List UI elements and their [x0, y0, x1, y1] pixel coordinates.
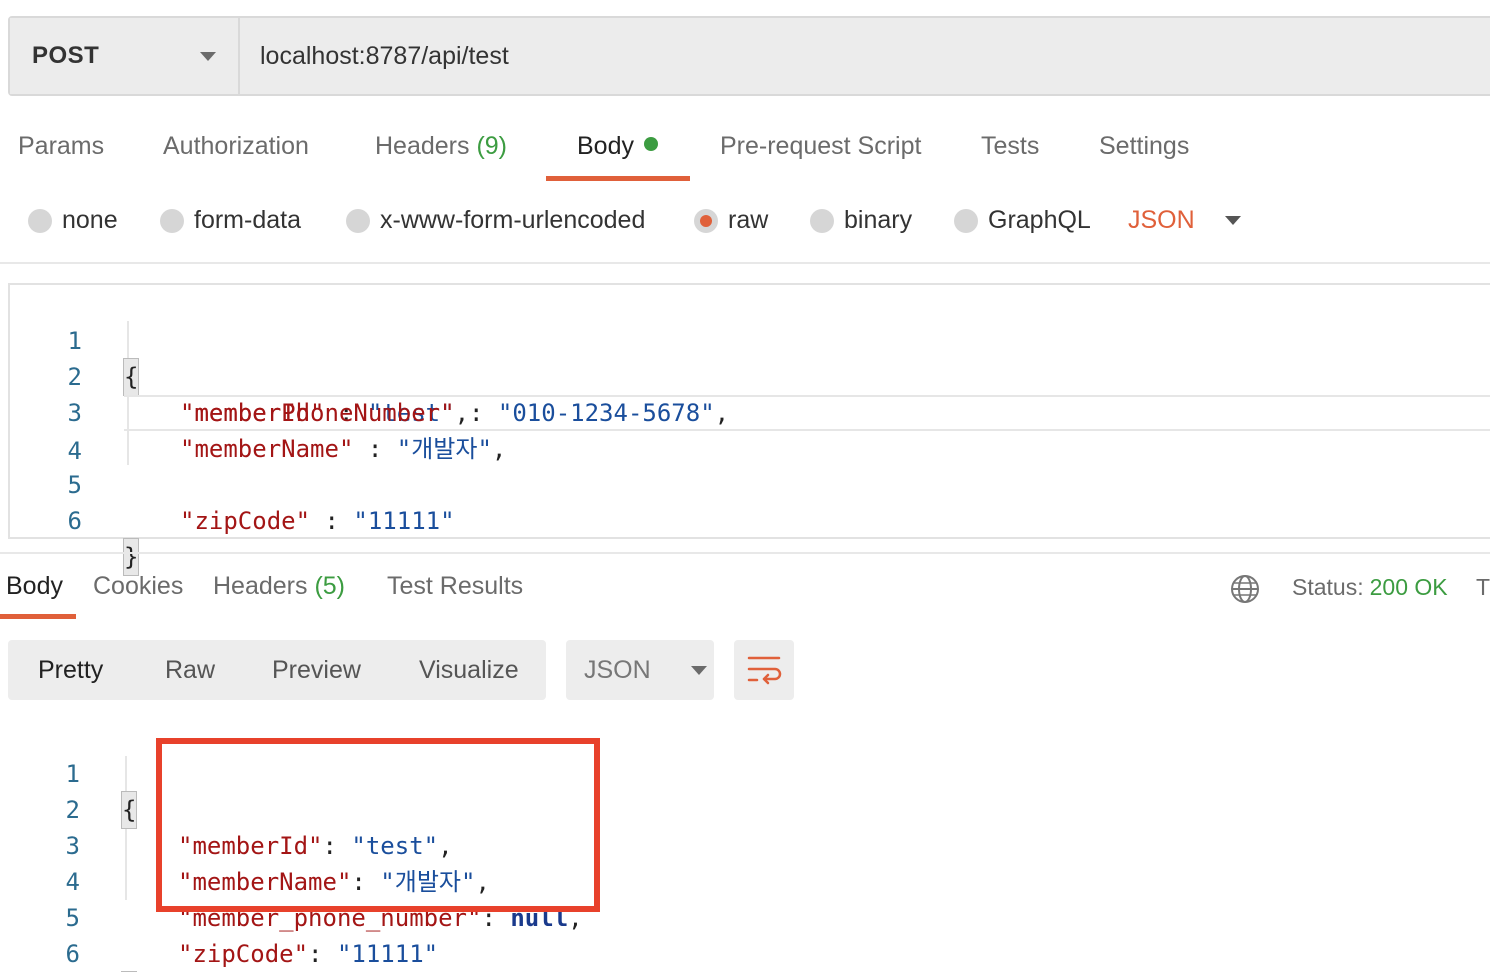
code-line-active: 4 "memberPhoneNumber" : "010-1234-5678", [68, 395, 1490, 465]
view-visualize[interactable]: Visualize [419, 656, 519, 685]
code-line: 5 "zipCode" : "11111" [10, 431, 1490, 535]
method-select[interactable]: POST [10, 18, 240, 94]
response-format-label: JSON [584, 655, 651, 684]
radio-label: none [62, 206, 118, 234]
line-number: 6 [65, 940, 80, 968]
divider [0, 262, 1490, 264]
code-line: 3 "memberName" : "개발자", [10, 359, 1490, 463]
response-tab-body[interactable]: Body [6, 572, 63, 601]
json-key: "memberPhoneNumber" [180, 399, 455, 427]
tab-params[interactable]: Params [18, 132, 104, 161]
radio-label: raw [728, 206, 769, 234]
code-line: 6 } [10, 467, 1490, 576]
request-body-editor[interactable]: 1 { 2 "memberId" : "test", 3 "memberName… [8, 283, 1490, 576]
json-key: "zipCode" [178, 940, 309, 968]
tab-headers-label: Headers [375, 132, 470, 160]
body-format-label: JSON [1128, 206, 1195, 234]
divider [0, 552, 1490, 554]
request-tabs: Params Authorization Headers (9) Body Pr… [0, 120, 1490, 182]
wrap-lines-button[interactable] [734, 640, 794, 700]
response-tab-headers[interactable]: Headers (5) [213, 572, 345, 601]
json-comma: , [714, 399, 730, 427]
json-value: "010-1234-5678" [497, 399, 715, 427]
radio-label: GraphQL [988, 206, 1091, 234]
tab-body[interactable]: Body [577, 132, 658, 161]
code-line: 2 "memberId" : "test", [10, 323, 1490, 427]
headers-count: (9) [476, 132, 508, 160]
response-status: Status: 200 OK [1292, 574, 1448, 601]
json-separator: : [310, 507, 354, 535]
truncated-label: T [1476, 574, 1490, 600]
body-format-select[interactable]: JSON [1128, 206, 1241, 235]
radio-circle-selected [694, 208, 718, 233]
status-value: 200 OK [1369, 574, 1448, 600]
tab-headers[interactable]: Headers (9) [375, 132, 507, 161]
radio-none[interactable]: none [28, 206, 118, 235]
chevron-down-icon [200, 51, 216, 61]
globe-icon[interactable] [1230, 574, 1260, 604]
annotation-highlight-box [156, 738, 600, 912]
line-number: 3 [67, 399, 82, 427]
response-headers-count: (5) [314, 572, 346, 600]
json-separator: : [308, 940, 337, 968]
tab-pre-request-script[interactable]: Pre-request Script [720, 132, 921, 161]
radio-raw[interactable]: raw [694, 206, 768, 235]
chevron-down-icon [690, 665, 707, 675]
radio-circle [954, 208, 978, 233]
tab-settings[interactable]: Settings [1099, 132, 1189, 161]
chevron-down-icon [1224, 216, 1241, 225]
status-label: Status: [1292, 574, 1364, 600]
body-type-options: none form-data x-www-form-urlencoded raw… [0, 196, 1490, 252]
response-tab-headers-label: Headers [213, 572, 308, 600]
radio-circle [28, 208, 52, 233]
response-view-modes: Pretty Raw Preview Visualize [8, 640, 546, 700]
radio-circle [810, 208, 834, 233]
radio-circle [160, 208, 184, 233]
radio-graphql[interactable]: GraphQL [954, 206, 1091, 235]
body-modified-dot [643, 137, 658, 151]
view-raw[interactable]: Raw [165, 656, 215, 685]
active-response-tab-indicator [0, 614, 76, 619]
response-tab-cookies[interactable]: Cookies [93, 572, 183, 601]
radio-form-data[interactable]: form-data [160, 206, 301, 235]
tab-tests[interactable]: Tests [981, 132, 1039, 161]
json-value: "11111" [336, 940, 439, 968]
tab-body-label: Body [577, 132, 634, 160]
view-pretty[interactable]: Pretty [38, 656, 103, 685]
code-line: 1 { [10, 287, 1490, 396]
response-tabs: Body Cookies Headers (5) Test Results St… [0, 556, 1490, 620]
url-input[interactable]: localhost:8787/api/test [240, 18, 509, 94]
view-preview[interactable]: Preview [272, 656, 361, 685]
radio-label: binary [844, 206, 913, 234]
response-format-select[interactable]: JSON [566, 640, 714, 700]
json-key: "zipCode" [180, 507, 311, 535]
response-tab-test-results[interactable]: Test Results [387, 572, 523, 601]
active-tab-indicator [546, 176, 690, 181]
wrap-lines-icon [747, 656, 782, 685]
json-value: "11111" [353, 507, 455, 535]
radio-label: form-data [194, 206, 301, 234]
json-separator: : [454, 399, 498, 427]
radio-x-www-form-urlencoded[interactable]: x-www-form-urlencoded [346, 206, 645, 235]
radio-circle [346, 208, 370, 233]
method-label: POST [32, 42, 100, 69]
request-url-bar: POST localhost:8787/api/test [8, 16, 1490, 96]
line-number: 6 [67, 507, 82, 535]
radio-label: x-www-form-urlencoded [380, 206, 646, 234]
tab-authorization[interactable]: Authorization [163, 132, 309, 161]
radio-binary[interactable]: binary [810, 206, 912, 235]
